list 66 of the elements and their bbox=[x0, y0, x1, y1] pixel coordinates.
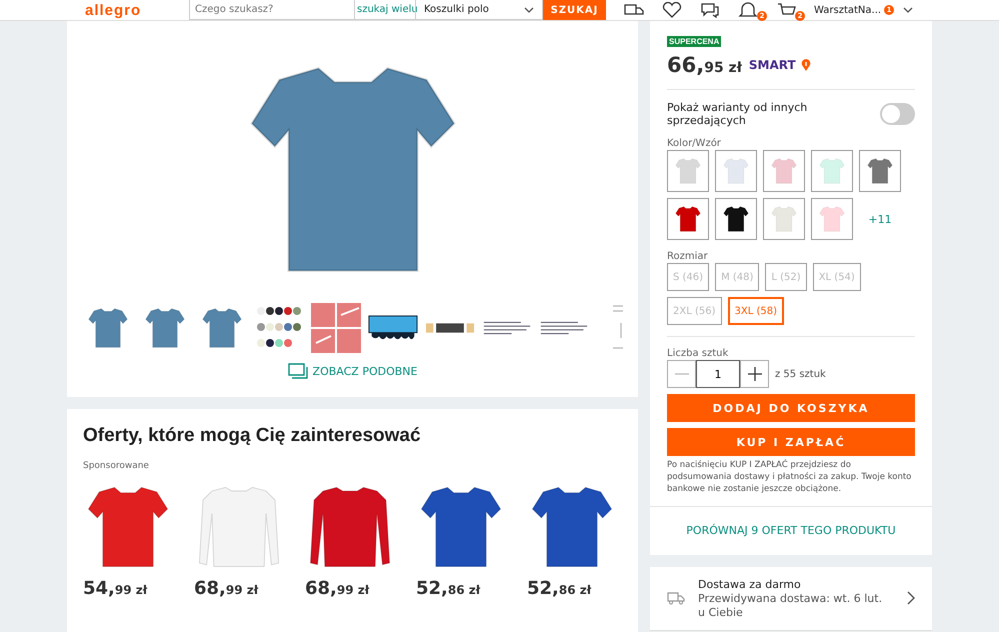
shirt-photo bbox=[770, 204, 798, 234]
price: 66,95 zł bbox=[667, 53, 742, 77]
shirt-photo bbox=[818, 156, 846, 186]
supercena-badge: SUPERCENA bbox=[667, 36, 722, 47]
plus-icon bbox=[746, 366, 762, 382]
size-option[interactable]: 3XL (58) bbox=[728, 297, 784, 325]
chat-icon[interactable] bbox=[700, 2, 720, 18]
more-colors-link[interactable]: +11 bbox=[859, 198, 901, 240]
shirt-photo bbox=[722, 204, 750, 234]
section-title: Oferty, które mogą Cię zainteresować bbox=[83, 425, 422, 447]
shirt-photo bbox=[674, 156, 702, 186]
toggle-label: Pokaż warianty od innych sprzedających bbox=[667, 101, 808, 127]
toggle-switch[interactable] bbox=[880, 103, 915, 125]
logo[interactable]: allegro bbox=[85, 2, 189, 18]
shirt-photo bbox=[770, 156, 798, 186]
delivery-card[interactable]: Dostawa za darmo Przewidywana dostawa: wt. 6 lut. u Ciebie bbox=[650, 566, 932, 631]
delivery-title: Dostawa za darmo bbox=[698, 578, 802, 591]
color-swatch[interactable] bbox=[715, 198, 757, 240]
sponsored-label: Sponsorowane bbox=[83, 461, 150, 471]
color-swatch[interactable] bbox=[667, 198, 709, 240]
price: 68,99 zł bbox=[194, 579, 260, 599]
images-icon bbox=[288, 363, 308, 379]
heart-icon[interactable] bbox=[662, 2, 682, 18]
quantity-field[interactable]: 1 bbox=[696, 360, 740, 388]
price: 52,86 zł bbox=[527, 579, 592, 599]
delivery-location: u Ciebie bbox=[698, 606, 744, 619]
color-swatch[interactable] bbox=[763, 150, 805, 192]
add-to-cart-button[interactable]: DODAJ DO KOSZYKA bbox=[667, 394, 915, 422]
field-label: Kolor/Wzór bbox=[667, 138, 722, 149]
color-swatch[interactable] bbox=[715, 150, 757, 192]
category-select[interactable]: Koszulki polo bbox=[415, 0, 543, 20]
price: 68,99 zł bbox=[305, 579, 370, 599]
shirt-photo bbox=[722, 156, 750, 186]
chevron-down-icon bbox=[524, 6, 534, 12]
stock-text: z 55 sztuk bbox=[775, 368, 826, 380]
price: 54,99 zł bbox=[83, 579, 148, 599]
multi-search-link[interactable]: szukaj wielu bbox=[355, 0, 415, 20]
user-menu[interactable]: WarsztatNa... bbox=[814, 4, 882, 16]
truck-icon bbox=[667, 591, 685, 606]
field-label: Liczba sztuk bbox=[667, 348, 730, 359]
price: 52,86 zł bbox=[416, 579, 482, 599]
bell-icon[interactable] bbox=[738, 2, 758, 18]
fabric-detail-photo bbox=[310, 303, 360, 353]
color-swatch[interactable] bbox=[763, 198, 805, 240]
search-button[interactable]: SZUKAJ bbox=[543, 0, 606, 20]
delivery-date: Przewidywana dostawa: wt. 6 lut. bbox=[698, 592, 884, 605]
see-similar-link[interactable]: ZOBACZ PODOBNE bbox=[288, 363, 418, 379]
thumbnail[interactable] bbox=[310, 303, 360, 355]
pin-icon bbox=[800, 58, 811, 72]
chevron-right-icon bbox=[907, 591, 915, 606]
field-label: Rozmiar bbox=[667, 251, 709, 262]
chevron-down-icon bbox=[903, 7, 914, 13]
decrease-button[interactable] bbox=[667, 360, 696, 388]
color-swatch[interactable] bbox=[859, 150, 901, 192]
info-text: Po naciśnięciu KUP I ZAPŁAĆ przejdziesz do podsumowania dostawy i płatności za zakup. Twoje konto bankowe nie zostanie jeszcze obciążone. bbox=[667, 460, 912, 496]
color-swatch[interactable] bbox=[667, 150, 709, 192]
increase-button[interactable] bbox=[740, 360, 769, 388]
buy-now-button[interactable]: KUP I ZAPŁAĆ bbox=[667, 428, 915, 456]
color-swatch[interactable] bbox=[811, 198, 853, 240]
minus-icon bbox=[674, 373, 688, 375]
shirt-photo bbox=[674, 204, 702, 234]
shirt-photo bbox=[866, 156, 894, 186]
search-field[interactable]: Czego szukasz? bbox=[189, 0, 355, 20]
color-swatch[interactable] bbox=[811, 150, 853, 192]
smart-logo: SMART bbox=[748, 58, 796, 72]
shirt-photo bbox=[818, 204, 846, 234]
